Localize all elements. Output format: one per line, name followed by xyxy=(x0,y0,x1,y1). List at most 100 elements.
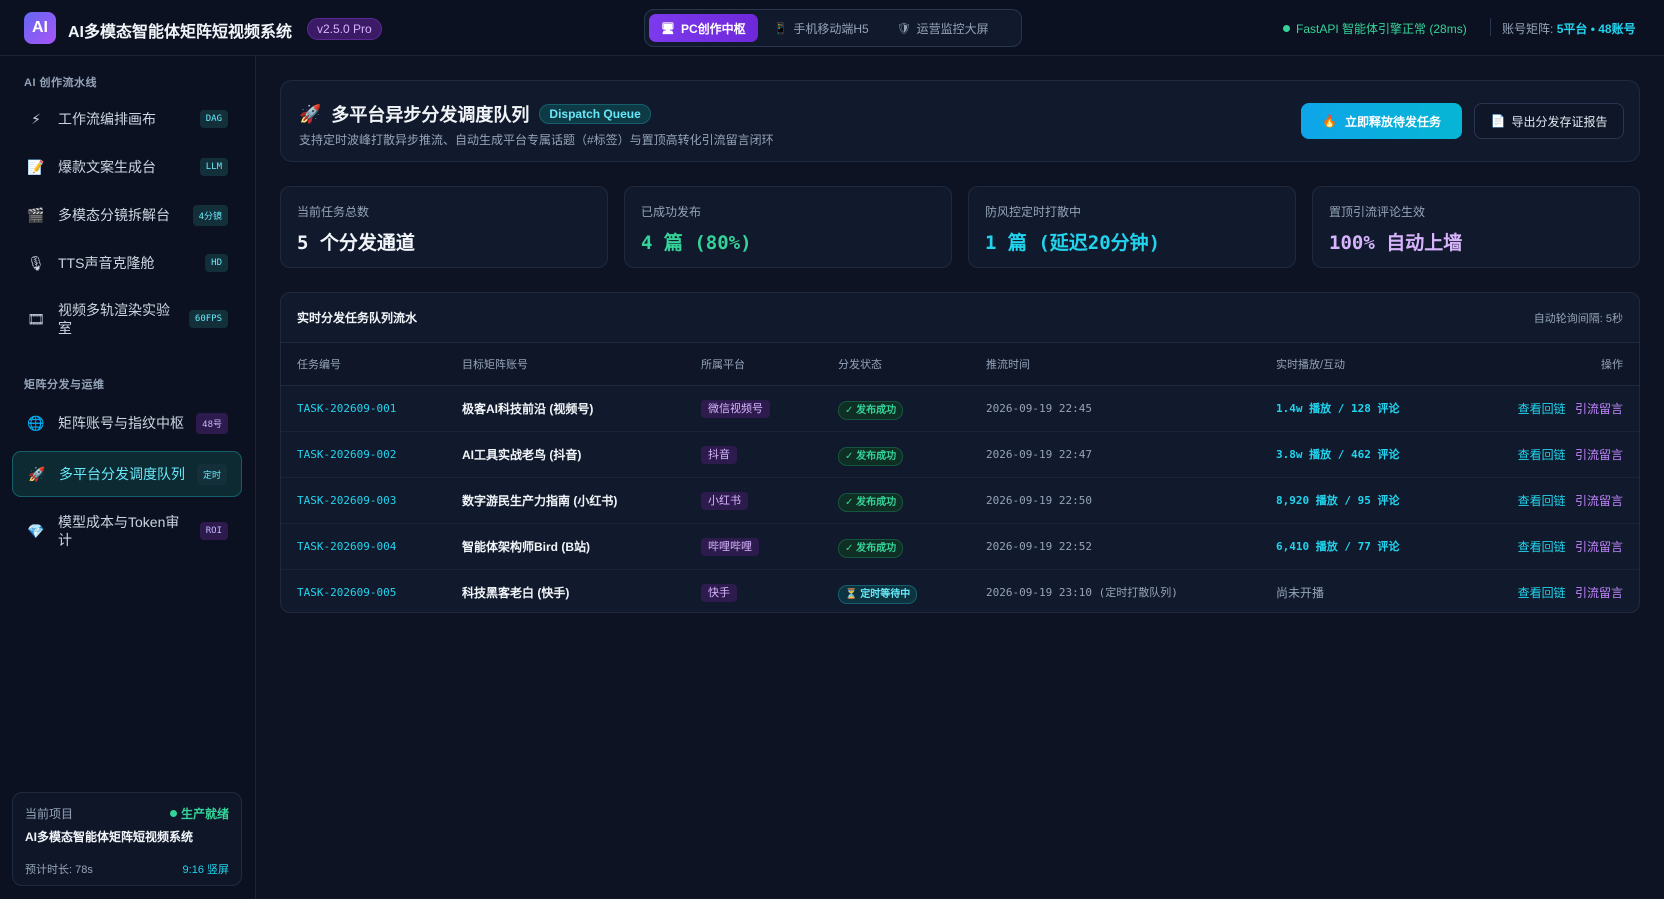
column-header: 所属平台 xyxy=(685,343,822,386)
task-id: TASK-202609-002 xyxy=(281,431,446,478)
column-header: 推流时间 xyxy=(970,343,1260,386)
sidebar-item-label: 模型成本与Token审计 xyxy=(58,514,180,548)
matrix-value: 5平台 • 48账号 xyxy=(1556,22,1636,36)
release-tasks-button[interactable]: 🔥 立即释放待发任务 xyxy=(1301,103,1462,139)
app-title: AI多模态智能体矩阵短视频系统 xyxy=(68,24,293,41)
sidebar-item-cost-audit[interactable]: 💎 模型成本与Token审计 ROI xyxy=(12,504,242,558)
sidebar-item-tag: 48号 xyxy=(196,412,228,434)
lead-comment-button[interactable]: 引流留言 xyxy=(1575,540,1623,554)
fire-icon: 🔥 xyxy=(1322,114,1337,128)
task-id: TASK-202609-001 xyxy=(281,385,446,432)
page-subtitle: 支持定时波峰打散异步推流、自动生成平台专属话题（#标签）与置顶高转化引流留言闭环 xyxy=(299,133,774,147)
stat-label: 置顶引流评论生效 xyxy=(1329,205,1426,219)
push-time: 2026-09-19 22:50 xyxy=(970,477,1260,524)
sidebar-item-tag: 4分镜 xyxy=(192,204,228,226)
mode-switcher: 🖥 PC创作中枢 📱 手机移动端H5 🛡 运营监控大屏 xyxy=(644,9,1022,47)
push-time: 2026-09-19 23:10 (定时打散队列) xyxy=(986,586,1178,600)
current-project-card: 当前项目 生产就绪 AI多模态智能体矩阵短视频系统 预计时长: 78s 9:16… xyxy=(12,792,242,886)
sidebar-item-render-lab[interactable]: 🎞 视频多轨渲染实验室 60FPS xyxy=(12,292,242,346)
section-title-distribution: 矩阵分发与运维 xyxy=(24,379,105,391)
sidebar-item-label: 视频多轨渲染实验室 xyxy=(58,302,170,336)
sidebar-item-copywriting[interactable]: 📝 爆款文案生成台 LLM xyxy=(12,144,242,190)
tab-pc-hub[interactable]: 🖥 PC创作中枢 xyxy=(649,14,758,42)
lead-comment-button[interactable]: 引流留言 xyxy=(1575,448,1623,462)
view-link-button[interactable]: 查看回链 xyxy=(1518,494,1566,508)
sidebar-item-workflow[interactable]: ⚡ 工作流编排画布 DAG xyxy=(12,96,242,142)
platform-tag: 微信视频号 xyxy=(701,400,770,418)
sidebar-item-label: 工作流编排画布 xyxy=(58,111,156,127)
tab-label: 手机移动端H5 xyxy=(793,21,869,36)
sidebar-item-tag: 定时 xyxy=(196,463,227,485)
column-header: 实时播放/互动 xyxy=(1260,343,1460,386)
sidebar-item-tag: ROI xyxy=(199,522,228,540)
clapper-icon: 🎬 xyxy=(27,206,45,223)
sidebar-item-tag: HD xyxy=(205,254,228,272)
rocket-icon: 🚀 xyxy=(299,103,322,124)
view-link-button[interactable]: 查看回链 xyxy=(1518,402,1566,416)
stat-value: 1 篇 (延迟20分钟) xyxy=(985,232,1161,254)
status-dot-icon xyxy=(169,810,177,817)
sidebar-item-label: 爆款文案生成台 xyxy=(58,159,156,175)
stat-label: 当前任务总数 xyxy=(297,205,370,219)
lead-comment-button[interactable]: 引流留言 xyxy=(1575,494,1623,508)
lead-comment-button[interactable]: 引流留言 xyxy=(1575,402,1623,416)
project-duration: 预计时长: 78s xyxy=(25,864,93,876)
stat-label: 已成功发布 xyxy=(641,205,702,219)
sidebar-item-label: 矩阵账号与指纹中枢 xyxy=(58,415,184,431)
button-label: 立即释放待发任务 xyxy=(1344,114,1441,129)
target-account: AI工具实战老鸟 (抖音) xyxy=(446,431,685,478)
page-badge: Dispatch Queue xyxy=(539,104,651,124)
stat-value: 5 个分发通道 xyxy=(297,232,415,254)
view-link-button[interactable]: 查看回链 xyxy=(1518,586,1566,600)
sidebar-item-storyboard[interactable]: 🎬 多模态分镜拆解台 4分镜 xyxy=(12,192,242,238)
sidebar-item-label: TTS声音克隆舱 xyxy=(58,255,155,271)
tab-label: 运营监控大屏 xyxy=(916,21,989,36)
column-header: 操作 xyxy=(1460,343,1639,386)
poll-interval: 自动轮询间隔: 5秒 xyxy=(1533,312,1623,325)
button-label: 导出分发存证报告 xyxy=(1511,114,1608,129)
table-row: TASK-202609-004 智能体架构师Bird (B站) 哔哩哔哩 ✓ 发… xyxy=(281,523,1639,570)
view-link-button[interactable]: 查看回链 xyxy=(1518,540,1566,554)
status-badge: ✓ 发布成功 xyxy=(838,400,904,420)
sidebar-item-accounts[interactable]: 🌐 矩阵账号与指纹中枢 48号 xyxy=(12,400,242,446)
export-report-button[interactable]: 📄 导出分发存证报告 xyxy=(1474,103,1624,139)
page-header-card: 🚀 多平台异步分发调度队列 Dispatch Queue 支持定时波峰打散异步推… xyxy=(280,80,1640,162)
stat-label: 防风控定时打散中 xyxy=(985,205,1082,219)
status-badge: ✓ 发布成功 xyxy=(838,446,904,466)
sidebar-item-label: 多模态分镜拆解台 xyxy=(58,207,170,223)
column-header: 目标矩阵账号 xyxy=(446,343,685,386)
metric: 尚未开播 xyxy=(1276,585,1325,600)
matrix-label: 账号矩阵: xyxy=(1502,22,1554,36)
table-row: TASK-202609-003 数字游民生产力指南 (小红书) 小红书 ✓ 发布… xyxy=(281,477,1639,524)
tab-mobile-h5[interactable]: 📱 手机移动端H5 xyxy=(762,14,881,42)
engine-status-text: FastAPI 智能体引擎正常 (28ms) xyxy=(1296,22,1467,36)
stat-card-scheduled: 防风控定时打散中 1 篇 (延迟20分钟) xyxy=(968,186,1296,268)
phone-icon: 📱 xyxy=(773,22,788,35)
microphone-icon: 🎙 xyxy=(27,254,45,271)
sidebar-item-tts[interactable]: 🎙 TTS声音克隆舱 HD xyxy=(12,240,242,286)
lightning-icon: ⚡ xyxy=(31,110,41,127)
sidebar-item-tag: LLM xyxy=(199,158,228,176)
view-link-button[interactable]: 查看回链 xyxy=(1518,448,1566,462)
stat-card-total: 当前任务总数 5 个分发通道 xyxy=(280,186,608,268)
project-ratio: 9:16 竖屏 xyxy=(182,864,229,876)
tab-ops-dashboard[interactable]: 🛡 运营监控大屏 xyxy=(885,14,1001,42)
report-icon: 📄 xyxy=(1490,114,1506,128)
platform-tag: 哔哩哔哩 xyxy=(701,538,759,556)
sidebar-item-dispatch-queue[interactable]: 🚀 多平台分发调度队列 定时 xyxy=(12,451,242,497)
shield-icon: 🛡 xyxy=(896,22,911,35)
task-id: TASK-202609-005 xyxy=(297,585,397,599)
tab-label: PC创作中枢 xyxy=(680,21,746,36)
push-time: 2026-09-19 22:47 xyxy=(970,431,1260,478)
status-dot-icon xyxy=(1283,25,1290,32)
stat-card-pinned-comments: 置顶引流评论生效 100% 自动上墙 xyxy=(1312,186,1640,268)
metric: 6,410 播放 / 77 评论 xyxy=(1260,523,1460,570)
target-account: 数字游民生产力指南 (小红书) xyxy=(446,477,685,524)
lead-comment-button[interactable]: 引流留言 xyxy=(1575,586,1623,600)
task-id: TASK-202609-004 xyxy=(281,523,446,570)
panel-title: 实时分发任务队列流水 xyxy=(297,311,418,325)
project-label: 当前项目 xyxy=(25,807,74,821)
diamond-icon: 💎 xyxy=(27,522,45,539)
sidebar-item-tag: DAG xyxy=(199,110,228,128)
rocket-icon: 🚀 xyxy=(28,465,46,482)
